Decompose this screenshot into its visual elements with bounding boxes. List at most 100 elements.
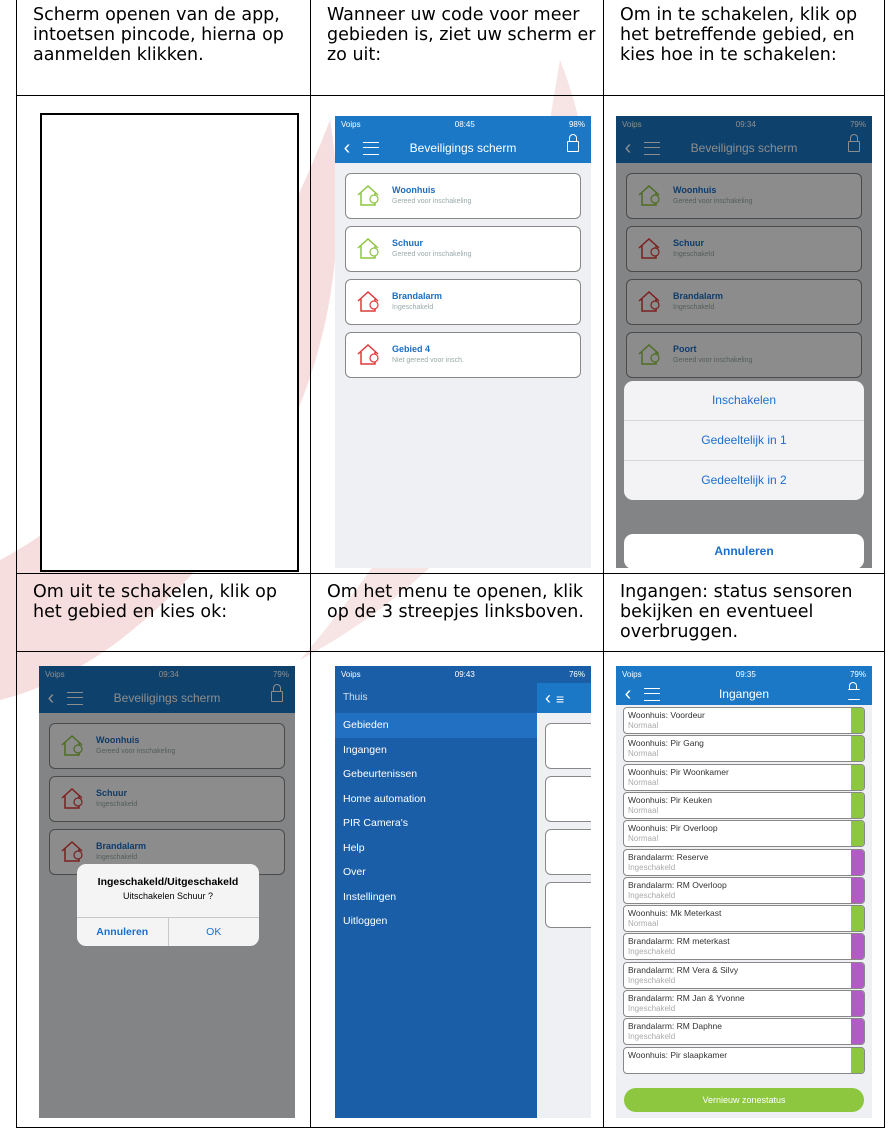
input-status: Ingeschakeld <box>628 890 676 900</box>
menu-header: Thuis <box>343 692 368 703</box>
input-status: Ingeschakeld <box>628 947 676 957</box>
phone-screen-inputs: Voips 09:35 79% ‹ Ingangen Woonhuis: Voorde… <box>616 666 872 1118</box>
side-menu: Thuis Gebieden Ingangen Gebeurtenissen Home… <box>335 683 537 1118</box>
carrier-label: Voips <box>341 120 361 129</box>
input-row[interactable]: Woonhuis: Mk Meterkast Normaal <box>623 905 865 933</box>
dialog-cancel-button[interactable]: Annuleren <box>77 918 169 946</box>
battery-label: 98% <box>568 120 585 129</box>
input-status: Ingeschakeld <box>628 1004 676 1013</box>
input-row[interactable]: Brandalarm: RM Vera & Silvy Ingeschakeld <box>623 961 865 989</box>
disarm-dialog: Ingeschakeld/Uitgeschakeld Uitschakelen … <box>77 864 259 946</box>
peek-card <box>545 829 591 875</box>
menu-item[interactable]: Gebieden <box>335 713 537 738</box>
sheet-option[interactable]: Inschakelen <box>624 381 864 421</box>
input-status: Normaal <box>628 805 659 815</box>
status-bar: Voips 08:45 98% <box>335 116 591 133</box>
peek-card <box>545 882 591 928</box>
input-row[interactable]: Brandalarm: RM Overloop Ingeschakeld <box>623 876 865 904</box>
sheet-option[interactable]: Gedeeltelijk in 2 <box>624 461 864 500</box>
image-cell-login <box>16 95 311 574</box>
instruction-table: Scherm openen van de app, intoetsen pinc… <box>16 0 885 1128</box>
phone-screen-menu: Voips 09:43 76% ‹ ≡ Thuis Gebieden Ingangen… <box>335 666 591 1118</box>
nav-title: Ingangen <box>718 687 770 701</box>
status-color-bar <box>851 934 864 960</box>
arm-action-sheet: Inschakelen Gedeeltelijk in 1 Gedeeltelijk… <box>624 381 864 500</box>
menu-item[interactable]: Home automation <box>335 787 537 812</box>
caption-cell-2: Wanneer uw code voor meer gebieden is, z… <box>310 0 604 96</box>
menu-item[interactable]: Gebeurtenissen <box>335 762 537 787</box>
menu-item[interactable]: PIR Camera's <box>335 811 537 836</box>
filter-icon[interactable] <box>848 682 860 700</box>
input-row[interactable]: Woonhuis: Pir Overloop Normaal <box>623 820 865 848</box>
house-check-icon <box>357 237 379 259</box>
input-name: Brandalarm: RM Overloop <box>628 879 727 890</box>
status-color-bar <box>851 962 864 988</box>
input-status: Normaal <box>628 749 659 759</box>
nav-bar: ‹ Beveiligings scherm <box>335 133 591 163</box>
input-row[interactable]: Brandalarm: Reserve Ingeschakeld <box>623 848 865 876</box>
cancel-button[interactable]: Annuleren <box>624 534 864 568</box>
status-color-bar <box>851 736 864 762</box>
area-name: Brandalarm <box>392 291 443 301</box>
status-color-bar <box>851 849 864 875</box>
input-status: Normaal <box>628 777 659 787</box>
carrier-label: Voips <box>622 670 642 679</box>
caption-cell-5: Om het menu te openen, klik op de 3 stre… <box>310 573 604 652</box>
login-screen-placeholder <box>40 113 299 572</box>
refresh-zone-status-button[interactable]: Vernieuw zonestatus <box>624 1088 864 1112</box>
input-row[interactable]: Brandalarm: RM Daphne Ingeschakeld <box>623 1018 865 1046</box>
input-row[interactable]: Woonhuis: Pir slaapkamer <box>623 1046 865 1074</box>
input-row[interactable]: Brandalarm: RM Jan & Yvonne Ingeschakeld <box>623 990 865 1017</box>
input-name: Woonhuis: Pir Gang <box>628 738 704 749</box>
area-name: Schuur <box>392 238 424 248</box>
input-row[interactable]: Woonhuis: Pir Woonkamer Normaal <box>623 763 865 791</box>
menu-item[interactable]: Ingangen <box>335 738 537 763</box>
area-status: Ingeschakeld <box>392 304 434 311</box>
status-color-bar <box>851 1019 864 1045</box>
phone-screen-disarm: Voips 09:34 79% ‹ Beveiligings scherm Woonh… <box>39 666 295 1118</box>
caption-cell-1: Scherm openen van de app, intoetsen pinc… <box>16 0 311 96</box>
area-card[interactable]: Gebied 4 Niet gereed voor insch. <box>345 332 581 378</box>
peek-card <box>545 776 591 822</box>
sheet-option[interactable]: Gedeeltelijk in 1 <box>624 421 864 461</box>
area-status: Gereed voor inschakeling <box>392 251 472 258</box>
caption-cell-3: Om in te schakelen, klik op het betreffe… <box>603 0 885 96</box>
clock-label: 09:43 <box>454 670 475 679</box>
input-name: Brandalarm: RM Jan & Yvonne <box>628 993 745 1003</box>
house-check-icon <box>357 184 379 206</box>
input-row[interactable]: Woonhuis: Pir Keuken Normaal <box>623 791 865 819</box>
caption-3: Om in te schakelen, klik op het betreffe… <box>620 5 858 65</box>
input-status: Normaal <box>628 919 659 929</box>
clock-label: 08:45 <box>454 120 475 129</box>
input-name: Brandalarm: RM Vera & Silvy <box>628 964 739 975</box>
menu-item[interactable]: Over <box>335 860 537 885</box>
house-warning-icon <box>357 343 379 365</box>
input-name: Woonhuis: Voordeur <box>628 710 705 720</box>
input-name: Woonhuis: Mk Meterkast <box>628 908 722 919</box>
menu-item[interactable]: Help <box>335 836 537 861</box>
input-status: Ingeschakeld <box>628 1032 676 1042</box>
peek-card <box>545 723 591 769</box>
area-card[interactable]: Schuur Gereed voor inschakeling <box>345 226 581 272</box>
menu-item[interactable]: Instellingen <box>335 885 537 910</box>
image-cell-inputs: Voips 09:35 79% ‹ Ingangen Woonhuis: Voorde… <box>603 651 885 1128</box>
input-row[interactable]: Woonhuis: Voordeur Normaal <box>623 707 865 734</box>
input-name: Brandalarm: RM meterkast <box>628 936 730 947</box>
status-color-bar <box>851 877 864 903</box>
caption-2: Wanneer uw code voor meer gebieden is, z… <box>327 5 596 65</box>
input-name: Brandalarm: RM Daphne <box>628 1021 723 1032</box>
unlock-icon[interactable] <box>567 134 579 152</box>
status-color-bar <box>851 821 864 847</box>
nav-title: Beveiligings scherm <box>409 141 517 155</box>
input-status: Normaal <box>628 834 659 844</box>
input-row[interactable]: Woonhuis: Pir Gang Normaal <box>623 735 865 763</box>
area-card[interactable]: Brandalarm Ingeschakeld <box>345 279 581 325</box>
status-bar: Voips 09:43 76% <box>335 666 591 683</box>
dialog-ok-button[interactable]: OK <box>169 918 260 946</box>
modal-dim-overlay <box>616 116 872 568</box>
peek-nav: ‹ ≡ <box>537 683 591 713</box>
menu-item[interactable]: Uitloggen <box>335 909 537 934</box>
input-row[interactable]: Brandalarm: RM meterkast Ingeschakeld <box>623 933 865 961</box>
clock-label: 09:35 <box>735 670 756 679</box>
area-card[interactable]: Woonhuis Gereed voor inschakeling <box>345 173 581 219</box>
